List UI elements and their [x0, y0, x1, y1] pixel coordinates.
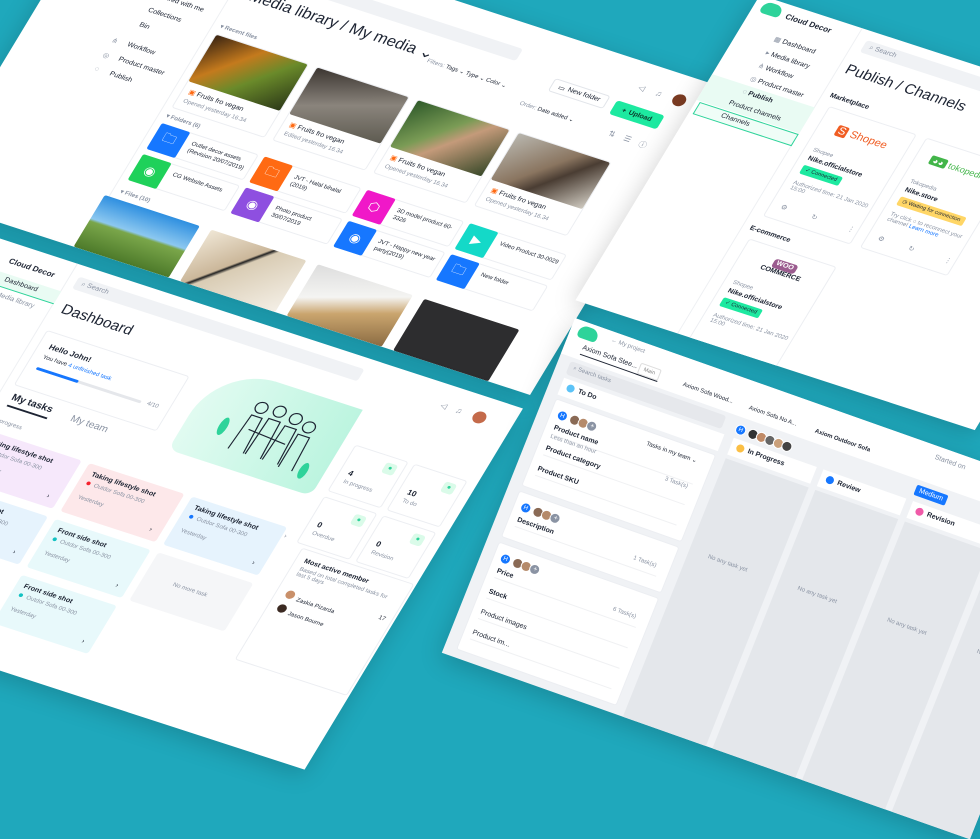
video-icon: ▶: [454, 223, 499, 259]
settings-icon[interactable]: ⚙: [876, 235, 886, 244]
authorized-time: Authorized time: 21 Jan 2020 15:00: [788, 180, 870, 210]
chevron-right-icon[interactable]: ›: [148, 526, 154, 533]
stat-value: 0: [315, 520, 325, 530]
upload-button[interactable]: + Upload: [608, 100, 665, 130]
order-select[interactable]: Order: Date added ⌄: [518, 100, 575, 124]
add-assignee-icon[interactable]: +: [584, 419, 600, 434]
file-thumbnail[interactable]: [286, 264, 413, 347]
avatar[interactable]: [669, 92, 689, 108]
status-dot: [824, 475, 836, 486]
megaphone-icon[interactable]: ◁: [439, 401, 450, 411]
bell-icon[interactable]: ♫: [454, 406, 464, 416]
cube-icon: ⬡: [351, 189, 396, 225]
team-people-illustration: [216, 401, 317, 479]
task-time: Yesterday: [178, 528, 208, 542]
camera-icon: ◉: [333, 220, 378, 256]
avatar[interactable]: [469, 409, 489, 426]
chevron-right-icon[interactable]: ›: [45, 493, 51, 500]
section-label: In progress: [0, 417, 24, 432]
folder-name: 3D model product 60-3326: [391, 208, 454, 232]
authorized-time: Authorized time: 21 Jan 2020 15:00: [708, 312, 789, 342]
stat-icon: ●: [349, 513, 368, 528]
folder-icon: 🗀: [249, 156, 294, 192]
chevron-right-icon[interactable]: ›: [80, 638, 86, 645]
folder-name: Photo product 30/07/2019: [269, 205, 313, 227]
shopee-logo: S Shopee: [833, 124, 890, 152]
empty-column-text: No any task yet: [706, 554, 749, 574]
tab-my-tasks[interactable]: My tasks: [6, 392, 56, 420]
task-time: Yesterday: [8, 606, 37, 620]
file-thumbnail[interactable]: [393, 298, 520, 382]
filter-color[interactable]: Color ⌄: [484, 78, 507, 90]
status-dot: [914, 506, 925, 517]
task-title: Front side shot: [0, 494, 5, 516]
stat-value: 0: [374, 539, 384, 549]
task-time: Yesterday: [0, 461, 2, 474]
woocommerce-logo: WOO COMMERCE: [758, 258, 802, 283]
tab-my-team[interactable]: My team: [68, 414, 110, 435]
settings-icon[interactable]: ⚙: [779, 203, 789, 212]
task-time: Yesterday: [42, 550, 71, 565]
refresh-icon[interactable]: ↻: [809, 213, 819, 222]
folder-name: JVT - Happy new year party(2019): [372, 239, 437, 263]
bell-icon[interactable]: ♫: [654, 89, 664, 99]
stat-label: In progress: [341, 479, 374, 494]
add-assignee-icon[interactable]: +: [527, 562, 543, 577]
team-illustration: [168, 363, 363, 496]
new-folder-button[interactable]: ▭ New folder: [547, 78, 611, 109]
tokopedia-logo: ◕◕ tokopedia: [927, 155, 980, 182]
folder-icon: 🗀: [435, 254, 480, 290]
empty-column-text: No any task yet: [886, 617, 928, 637]
more-icon[interactable]: ⋮: [943, 256, 954, 265]
camera-icon: ◉: [230, 187, 275, 223]
empty-column-text: No any task yet: [796, 585, 838, 606]
status-dot: [735, 443, 746, 454]
stat-value: 10: [405, 488, 419, 499]
stat-label: Revision: [369, 549, 395, 563]
refresh-icon[interactable]: ↻: [906, 245, 916, 253]
folder-icon: 🗀: [146, 123, 191, 159]
file-thumbnail[interactable]: [180, 229, 307, 313]
task-time: Yesterday: [76, 494, 105, 509]
chevron-right-icon[interactable]: ›: [11, 549, 17, 556]
stat-icon: ●: [439, 481, 458, 496]
empty-column-text: No any task yet: [975, 649, 980, 668]
page-title: Dashboard: [57, 301, 137, 339]
stat-value: 4: [346, 468, 356, 478]
status-dot: [565, 383, 576, 394]
chevron-right-icon[interactable]: ›: [114, 582, 120, 589]
add-assignee-icon[interactable]: +: [548, 511, 563, 526]
stat-label: To do: [400, 498, 418, 509]
filter-type[interactable]: Type ⌄: [464, 71, 486, 82]
progress-count: 4/10: [145, 401, 160, 410]
folder-name: New folder: [479, 272, 510, 287]
folder-plus-icon: ▭: [556, 84, 567, 93]
filter-tags[interactable]: Tags ⌄: [444, 64, 466, 75]
stat-label: Overdue: [310, 530, 336, 544]
filters-bar: Filters: Tags ⌄ Type ⌄ Color ⌄: [425, 58, 508, 90]
folder-name: CG Website Assets: [171, 172, 224, 194]
camera-icon: ◉: [127, 154, 172, 190]
info-icon[interactable]: ⓘ: [636, 139, 649, 151]
sort-icon[interactable]: ⇅: [606, 129, 617, 139]
megaphone-icon[interactable]: ◁: [636, 83, 647, 93]
more-icon[interactable]: ⋮: [846, 225, 857, 234]
list-view-icon[interactable]: ☰: [622, 134, 634, 144]
folder-name: JVT - Halal bihalal (2019): [288, 174, 342, 195]
chevron-right-icon[interactable]: ›: [250, 560, 256, 567]
folder-name: Outlet decor assets (Revision 20/07/2019…: [185, 141, 245, 172]
stat-icon: ●: [408, 532, 427, 547]
stat-icon: ●: [380, 462, 399, 477]
folder-name: Video Product 30-0029: [497, 241, 560, 266]
next-arrow-icon[interactable]: ›: [282, 533, 288, 540]
